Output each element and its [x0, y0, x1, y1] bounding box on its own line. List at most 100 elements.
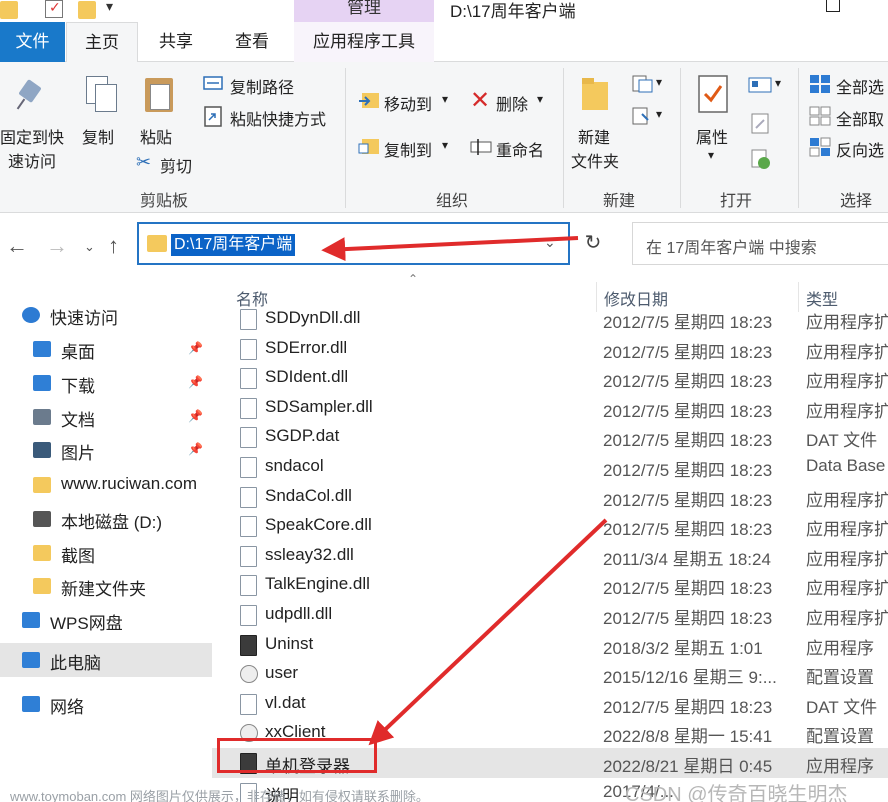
file-type: 应用程序扩 [806, 372, 888, 392]
watermark-right: CSDN @传奇百晓生明杰 [625, 784, 848, 802]
group-separator [798, 68, 799, 208]
sidebar-item[interactable]: 本地磁盘 (D:) [0, 502, 212, 536]
sidebar-item[interactable]: 此电脑 [0, 643, 212, 677]
file-row[interactable]: ssleay32.dll 2011/3/4 星期五 18:24 应用程序扩 [212, 541, 888, 571]
chevron-down-icon[interactable]: ▾ [656, 107, 662, 121]
folder-icon[interactable] [0, 1, 18, 19]
file-name: TalkEngine.dll [265, 574, 370, 594]
sidebar-item[interactable]: 桌面 📌 [0, 332, 212, 366]
easy-access-icon[interactable] [632, 106, 654, 126]
sidebar-item-label: 文档 [61, 411, 95, 430]
copy-icon [86, 76, 117, 112]
edit-icon[interactable] [750, 112, 770, 134]
back-arrow-icon[interactable]: ← [6, 233, 28, 259]
sidebar-item[interactable]: 网络 [0, 687, 212, 721]
group-separator [345, 68, 346, 208]
file-row[interactable]: SDIdent.dll 2012/7/5 星期四 18:23 应用程序扩 [212, 363, 888, 393]
file-row[interactable]: vl.dat 2012/7/5 星期四 18:23 DAT 文件 [212, 689, 888, 719]
file-icon [240, 427, 257, 449]
group-select-label: 选择 [840, 193, 873, 210]
copy-to-icon [358, 139, 379, 154]
sidebar-item[interactable]: 新建文件夹 [0, 569, 212, 603]
file-date: 2012/7/5 星期四 18:23 [603, 372, 773, 392]
chevron-down-icon[interactable]: ⌄ [544, 234, 556, 251]
sidebar-item[interactable]: 文档 📌 [0, 400, 212, 434]
open-icon[interactable] [748, 76, 772, 94]
file-icon [240, 545, 257, 567]
sidebar-item-label: 桌面 [61, 343, 95, 362]
properties-check-icon[interactable] [45, 0, 63, 18]
delete-label: 删除 [496, 97, 529, 114]
file-type: 应用程序 [806, 638, 874, 658]
select-none-label: 全部取 [836, 112, 885, 129]
file-date: 2012/7/5 星期四 18:23 [603, 313, 773, 332]
file-row[interactable]: Uninst 2018/3/2 星期五 1:01 应用程序 [212, 630, 888, 660]
file-row[interactable]: SGDP.dat 2012/7/5 星期四 18:23 DAT 文件 [212, 422, 888, 452]
window-title: D:\17周年客户端 [450, 2, 576, 21]
sidebar-item[interactable]: 截图 [0, 536, 212, 570]
file-row[interactable]: SndaCol.dll 2012/7/5 星期四 18:23 应用程序扩 [212, 482, 888, 512]
delete-x-icon: ✕ [470, 87, 491, 114]
drive-icon [33, 511, 51, 527]
address-path[interactable]: D:\17周年客户端 [171, 234, 296, 256]
sidebar-item-label: www.ruciwan.com [61, 474, 198, 493]
chevron-down-icon[interactable]: ▾ [656, 75, 662, 89]
pin-label-line1: 固定到快 [0, 130, 65, 147]
sidebar-item-label: 图片 [61, 444, 95, 463]
sidebar-item[interactable]: 下载 📌 [0, 366, 212, 400]
copy-path-icon [203, 76, 223, 90]
new-folder-icon[interactable] [78, 1, 96, 19]
folder-icon [147, 235, 167, 252]
file-row[interactable]: user 2015/12/16 星期三 9:... 配置设置 [212, 659, 888, 689]
file-row[interactable]: sndacol 2012/7/5 星期四 18:23 Data Base [212, 452, 888, 482]
new-folder-label-line1: 新建 [578, 130, 611, 147]
sidebar-item[interactable]: www.ruciwan.com [0, 468, 212, 502]
file-row[interactable]: SpeakCore.dll 2012/7/5 星期四 18:23 应用程序扩 [212, 511, 888, 541]
sort-ascending-icon: ⌃ [408, 272, 419, 286]
new-item-icon[interactable] [632, 74, 654, 94]
new-folder-icon [582, 78, 608, 110]
history-icon[interactable] [750, 148, 772, 170]
search-placeholder: 在 17周年客户端 中搜索 [646, 240, 817, 257]
copy-label: 复制 [82, 130, 115, 147]
refresh-icon[interactable]: ↻ [573, 222, 613, 265]
sidebar-item-label: 此电脑 [50, 654, 101, 673]
file-row[interactable]: SDError.dll 2012/7/5 星期四 18:23 应用程序扩 [212, 334, 888, 364]
rename-label: 重命名 [496, 143, 545, 160]
clipboard-icon [143, 74, 175, 114]
file-icon [240, 486, 257, 508]
up-arrow-icon[interactable]: ↑ [108, 233, 119, 259]
watermark: www.toymoban.com 网络图片仅供展示，非存储，如有侵权请联系删除。… [0, 784, 888, 802]
file-icon [240, 693, 257, 715]
file-type: 应用程序扩 [806, 549, 888, 569]
file-row[interactable]: TalkEngine.dll 2012/7/5 星期四 18:23 应用程序扩 [212, 570, 888, 600]
file-row[interactable]: SDDynDll.dll 2012/7/5 星期四 18:23 应用程序扩 [212, 304, 888, 334]
file-name: Uninst [265, 633, 314, 653]
file-icon [240, 575, 257, 597]
search-input[interactable]: 在 17周年客户端 中搜索 [632, 222, 888, 265]
sidebar-item[interactable]: WPS网盘 [0, 603, 212, 637]
tab-view[interactable]: 查看 [222, 22, 282, 62]
tab-app-tools[interactable]: 应用程序工具 [294, 22, 434, 62]
maximize-icon[interactable] [826, 0, 840, 12]
file-row[interactable]: SDSampler.dll 2012/7/5 星期四 18:23 应用程序扩 [212, 393, 888, 423]
file-date: 2012/7/5 星期四 18:23 [603, 697, 773, 717]
paste-shortcut-icon [204, 106, 222, 127]
file-name: user [265, 663, 299, 683]
file-row[interactable]: udpdll.dll 2012/7/5 星期四 18:23 应用程序扩 [212, 600, 888, 630]
recent-locations-chevron-icon[interactable]: ⌄ [84, 239, 95, 255]
file-type: 应用程序扩 [806, 579, 888, 599]
address-bar[interactable]: D:\17周年客户端 ⌄ [137, 222, 570, 265]
tab-share[interactable]: 共享 [146, 22, 206, 62]
file-name: SDDynDll.dll [265, 308, 361, 327]
group-organize-label: 组织 [436, 193, 469, 210]
tab-home[interactable]: 主页 [66, 22, 138, 63]
sidebar-item[interactable]: 图片 📌 [0, 433, 212, 467]
chevron-down-icon[interactable]: ▾ [775, 76, 781, 90]
tab-file[interactable]: 文件 [0, 22, 65, 62]
folder-icon [33, 545, 51, 561]
manage-context-tab[interactable]: 管理 [294, 0, 434, 22]
quick-access-toolbar-dropdown-icon[interactable]: ▾ [106, 0, 113, 16]
sidebar-item[interactable]: 快速访问 [0, 298, 212, 332]
forward-arrow-icon[interactable]: → [46, 233, 68, 259]
